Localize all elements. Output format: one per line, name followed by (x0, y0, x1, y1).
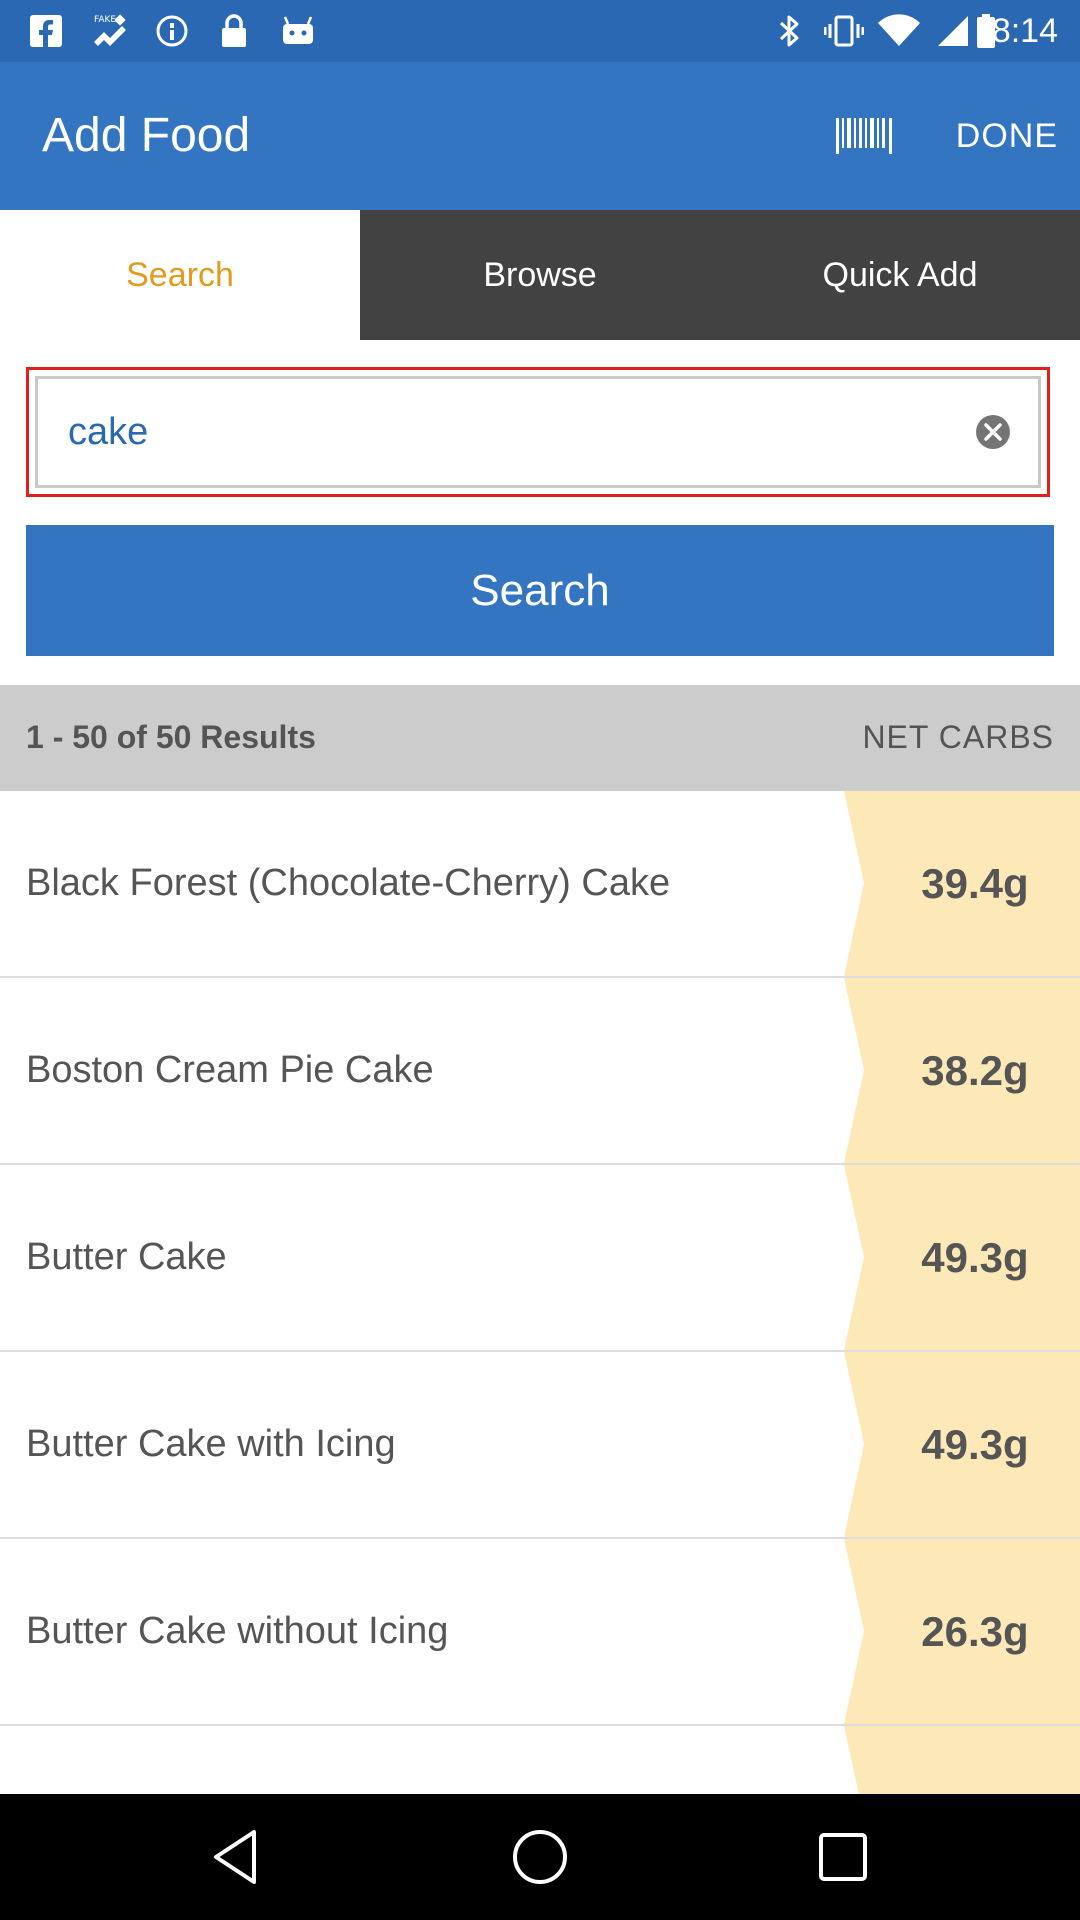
clear-icon[interactable] (974, 413, 1012, 451)
fake-gps-icon: FAKE (86, 12, 134, 50)
back-icon[interactable] (202, 1822, 272, 1892)
page-title: Add Food (42, 109, 251, 162)
done-button[interactable]: DONE (956, 112, 1058, 160)
wifi-icon (876, 12, 922, 50)
carb-cell: 49.3g (844, 1165, 1080, 1350)
food-name: Butter Cake with Icing (26, 1423, 396, 1465)
carb-cell (844, 1726, 1080, 1794)
svg-text:FAKE: FAKE (94, 15, 116, 25)
carb-value: 38.2g (921, 1046, 1029, 1094)
net-carbs-column-label: NET CARBS (862, 719, 1054, 755)
barcode-icon[interactable] (834, 116, 894, 156)
list-item[interactable]: Butter Cake with Icing 49.3g (0, 1352, 1080, 1539)
carb-value: 26.3g (921, 1607, 1029, 1655)
android-icon (278, 12, 318, 50)
carb-cell: 39.4g (844, 791, 1080, 976)
search-input-value: cake (68, 411, 149, 453)
results-header: 1 - 50 of 50 Results NET CARBS (0, 685, 1080, 791)
tab-search[interactable]: Search (0, 210, 360, 340)
carb-cell: 26.3g (844, 1539, 1080, 1724)
bluetooth-icon (772, 12, 808, 50)
search-highlight-frame: cake (26, 367, 1050, 497)
list-item[interactable]: Black Forest (Chocolate-Cherry) Cake 39.… (0, 791, 1080, 978)
carb-cell: 49.3g (844, 1352, 1080, 1537)
food-name: Boston Cream Pie Cake (26, 1049, 434, 1091)
home-icon[interactable] (505, 1822, 575, 1892)
vibrate-icon (824, 12, 864, 50)
app-bar: Add Food DONE (0, 62, 1080, 210)
search-input[interactable]: cake (35, 376, 1041, 488)
system-nav-bar (0, 1794, 1080, 1920)
carb-value (900, 1726, 1050, 1794)
tab-browse[interactable]: Browse (360, 210, 720, 340)
food-name: Black Forest (Chocolate-Cherry) Cake (26, 862, 671, 904)
list-item[interactable]: Butter Cake without Icing 26.3g (0, 1539, 1080, 1726)
results-list[interactable]: Black Forest (Chocolate-Cherry) Cake 39.… (0, 791, 1080, 1794)
search-button[interactable]: Search (26, 525, 1054, 656)
list-item[interactable]: Boston Cream Pie Cake 38.2g (0, 978, 1080, 1165)
tab-quick-add[interactable]: Quick Add (720, 210, 1080, 340)
carb-value: 49.3g (921, 1420, 1029, 1468)
signal-icon (932, 12, 972, 50)
recents-icon[interactable] (808, 1822, 878, 1892)
carb-cell: 38.2g (844, 978, 1080, 1163)
status-time: 8:14 (991, 12, 1058, 50)
facebook-icon (26, 12, 66, 50)
list-item[interactable] (0, 1726, 1080, 1794)
list-item[interactable]: Butter Cake 49.3g (0, 1165, 1080, 1352)
info-icon (152, 12, 192, 50)
status-bar: FAKE 8:14 (0, 0, 1080, 62)
carb-value: 49.3g (921, 1233, 1029, 1281)
lock-icon (214, 12, 254, 50)
tab-bar: Search Browse Quick Add (0, 210, 1080, 340)
food-name: Butter Cake (26, 1236, 227, 1278)
carb-value: 39.4g (921, 859, 1029, 907)
food-name: Butter Cake without Icing (26, 1610, 449, 1652)
results-count: 1 - 50 of 50 Results (26, 719, 316, 755)
